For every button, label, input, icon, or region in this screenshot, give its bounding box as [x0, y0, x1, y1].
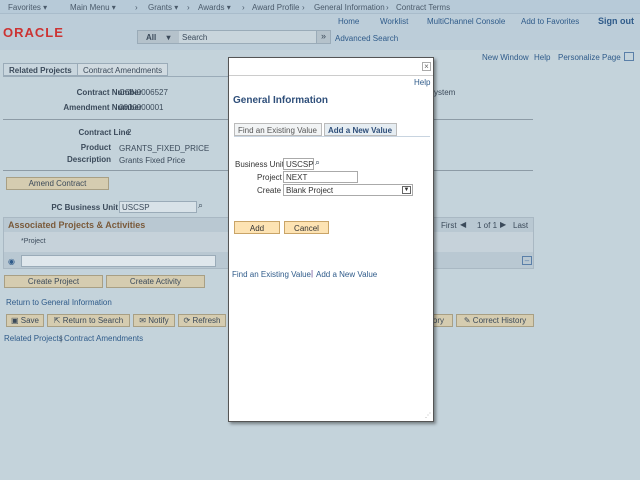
breadcrumb-award-profile[interactable]: Award Profile — [252, 3, 299, 12]
sign-out-link[interactable]: Sign out — [598, 16, 634, 26]
create-label: Create — [257, 186, 282, 195]
project-label: Project — [257, 173, 282, 182]
lookup-icon[interactable]: ⌕ — [315, 157, 320, 168]
modal-help-link[interactable]: Help — [414, 78, 430, 87]
product-value: GRANTS_FIXED_PRICE — [119, 144, 210, 153]
grid-first[interactable]: First — [441, 221, 457, 230]
breadcrumb-contract-terms[interactable]: Contract Terms — [396, 3, 450, 12]
project-column-header: *Project — [21, 238, 46, 245]
return-to-general-information-link[interactable]: Return to General Information — [6, 298, 112, 307]
project-input[interactable]: NEXT — [283, 171, 358, 183]
product-label: Product — [80, 143, 111, 152]
search-bar: All ▾ Search — [137, 30, 331, 44]
pc-business-unit-label: PC Business Unit — [51, 203, 118, 212]
oracle-logo: ORACLE — [3, 25, 64, 40]
search-input[interactable]: Search — [182, 33, 207, 42]
prev-icon[interactable]: ◀ — [460, 220, 466, 229]
layout-icon[interactable] — [624, 52, 634, 61]
advanced-search-link[interactable]: Advanced Search — [335, 34, 398, 43]
new-window-link[interactable]: New Window — [482, 53, 529, 62]
delete-row-icon[interactable]: – — [522, 256, 532, 265]
contract-line-label: Contract Line — [78, 128, 130, 137]
add-to-favorites-link[interactable]: Add to Favorites — [521, 17, 579, 26]
search-go-button[interactable]: » — [316, 30, 331, 44]
resize-handle[interactable]: ⋰ — [425, 412, 431, 419]
main-menu[interactable]: Main Menu ▾ — [70, 3, 116, 12]
amend-contract-button[interactable]: Amend Contract — [6, 177, 109, 190]
footer-contract-amendments-link[interactable]: Contract Amendments — [64, 334, 143, 343]
create-select[interactable]: Blank Project ▼ — [283, 184, 413, 196]
partial-text: ystem — [434, 88, 456, 97]
modal-title: General Information — [233, 95, 329, 106]
project-input[interactable] — [21, 255, 216, 267]
tab-add-new-value[interactable]: Add a New Value — [324, 123, 397, 136]
amendment-number-value: 0000000001 — [119, 103, 164, 112]
return-to-search-button[interactable]: ⇱ Return to Search — [47, 314, 130, 327]
general-information-dialog: × Help General Information Find an Exist… — [228, 57, 434, 422]
business-unit-label: Business Unit — [235, 160, 284, 169]
refresh-button[interactable]: ⟳ Refresh — [178, 314, 226, 327]
add-button[interactable]: Add — [234, 221, 280, 234]
close-icon[interactable]: × — [422, 62, 431, 71]
breadcrumb-awards[interactable]: Awards ▾ — [198, 3, 231, 12]
description-value: Grants Fixed Price — [119, 156, 186, 165]
lookup-icon[interactable]: ⌕ — [198, 200, 203, 211]
help-link[interactable]: Help — [534, 53, 550, 62]
home-link[interactable]: Home — [338, 17, 359, 26]
tab-find-existing-value[interactable]: Find an Existing Value — [234, 123, 322, 136]
grid-last[interactable]: Last — [513, 221, 528, 230]
grid-title: Associated Projects & Activities — [8, 220, 146, 230]
breadcrumb-grants[interactable]: Grants ▾ — [148, 3, 178, 12]
pc-business-unit-input[interactable]: USCSP — [119, 201, 197, 213]
add-new-value-link[interactable]: Add a New Value — [316, 270, 377, 279]
create-project-button[interactable]: Create Project — [4, 275, 103, 288]
worklist-link[interactable]: Worklist — [380, 17, 408, 26]
contract-line-value: 2 — [127, 128, 132, 137]
search-scope-select[interactable]: All ▾ — [138, 31, 179, 43]
correct-history-button[interactable]: ✎ Correct History — [456, 314, 534, 327]
contract-number-value: CON0006527 — [119, 88, 168, 97]
breadcrumb-general-information[interactable]: General Information — [314, 3, 385, 12]
create-activity-button[interactable]: Create Activity — [106, 275, 205, 288]
description-label: Description — [66, 155, 111, 164]
personalize-page-link[interactable]: Personalize Page — [558, 53, 621, 62]
notify-button[interactable]: ✉ Notify — [133, 314, 175, 327]
next-icon[interactable]: ▶ — [500, 220, 506, 229]
find-existing-value-link[interactable]: Find an Existing Value — [232, 270, 311, 279]
cancel-button[interactable]: Cancel — [284, 221, 329, 234]
business-unit-input[interactable]: USCSP — [283, 158, 314, 170]
grid-count: 1 of 1 — [477, 221, 498, 230]
multichannel-console-link[interactable]: MultiChannel Console — [427, 17, 505, 26]
footer-related-projects-link[interactable]: Related Projects — [4, 334, 63, 343]
top-nav: Favorites ▾ Main Menu ▾ › Grants ▾ › Award… — [0, 0, 640, 14]
favorites-menu[interactable]: Favorites ▾ — [8, 3, 47, 12]
tab-contract-amendments[interactable]: Contract Amendments — [77, 63, 169, 76]
save-button[interactable]: ▣ Save — [6, 314, 44, 327]
row-select-radio[interactable]: ◉ — [8, 257, 15, 266]
tab-related-projects[interactable]: Related Projects — [3, 63, 78, 76]
